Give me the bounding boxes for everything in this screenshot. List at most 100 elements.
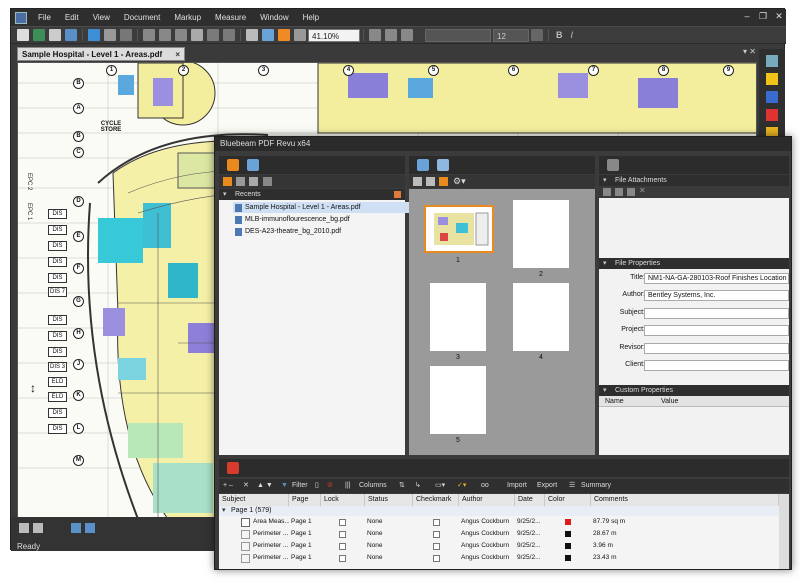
group-row[interactable]: ▾ Page 1 (579) bbox=[219, 506, 779, 516]
close-icon[interactable]: ✕ bbox=[771, 9, 787, 24]
font-color-icon[interactable] bbox=[531, 29, 543, 41]
sort-icon[interactable]: ⇅ bbox=[399, 479, 405, 493]
filter-button[interactable]: Filter bbox=[292, 479, 308, 493]
minimize-icon[interactable]: – bbox=[739, 9, 755, 24]
zoom-out-icon[interactable] bbox=[413, 177, 422, 186]
single-page-icon[interactable] bbox=[19, 523, 29, 533]
lock-checkbox[interactable] bbox=[339, 555, 346, 562]
paste-icon[interactable] bbox=[175, 29, 187, 41]
add-icon[interactable]: + – bbox=[223, 479, 233, 493]
font-name-field[interactable] bbox=[425, 28, 491, 42]
subject-field[interactable] bbox=[644, 308, 789, 319]
recent-files-icon[interactable] bbox=[223, 177, 232, 186]
redo-icon[interactable] bbox=[223, 29, 235, 41]
menu-measure[interactable]: Measure bbox=[208, 9, 253, 26]
project-field[interactable] bbox=[644, 325, 789, 336]
value-column-header[interactable]: Value bbox=[661, 396, 678, 407]
revisor-field[interactable] bbox=[644, 343, 789, 354]
page-thumbnail[interactable] bbox=[429, 365, 487, 435]
page-thumbnail[interactable] bbox=[512, 282, 570, 352]
scan-icon[interactable] bbox=[104, 29, 116, 41]
recent-file[interactable]: DES-A23-theatre_bg_2010.pdf bbox=[233, 226, 417, 237]
collapse-icon[interactable]: ▾ bbox=[223, 189, 227, 200]
page-next-icon[interactable] bbox=[385, 29, 397, 41]
binoculars-icon[interactable]: oo bbox=[481, 479, 489, 493]
lock-checkbox[interactable] bbox=[339, 531, 346, 538]
save-as-icon[interactable] bbox=[65, 29, 77, 41]
scrollbar[interactable] bbox=[779, 494, 789, 569]
italic-button[interactable]: I bbox=[571, 30, 574, 40]
menu-window[interactable]: Window bbox=[253, 9, 295, 26]
delete-markup-icon[interactable]: ✕ bbox=[243, 479, 249, 493]
column-header-status[interactable]: Status bbox=[365, 494, 413, 506]
checkmark-icon[interactable]: ✓▾ bbox=[457, 479, 466, 493]
callout-tool-icon[interactable] bbox=[766, 91, 778, 103]
delete-icon[interactable] bbox=[191, 29, 203, 41]
column-header-color[interactable]: Color bbox=[545, 494, 591, 506]
open-folder-icon[interactable] bbox=[236, 177, 245, 186]
binoculars-icon[interactable] bbox=[120, 29, 132, 41]
lock-checkbox[interactable] bbox=[339, 519, 346, 526]
maximize-icon[interactable]: ❐ bbox=[755, 9, 771, 24]
two-page-icon[interactable] bbox=[33, 523, 43, 533]
column-header-lock[interactable]: Lock bbox=[321, 494, 365, 506]
sync-view-icon[interactable] bbox=[85, 523, 95, 533]
menu-markup[interactable]: Markup bbox=[167, 9, 208, 26]
stamp-tool-icon[interactable] bbox=[766, 109, 778, 121]
thumbnails-tab-icon[interactable] bbox=[417, 159, 429, 171]
name-column-header[interactable]: Name bbox=[605, 396, 624, 407]
trash-icon[interactable]: ▯ bbox=[315, 479, 319, 493]
bookmarks-tab-icon[interactable] bbox=[247, 159, 259, 171]
tab-close-icon[interactable]: × bbox=[175, 48, 180, 62]
menu-view[interactable]: View bbox=[86, 9, 117, 26]
recent-file[interactable]: Sample Hospital - Level 1 - Areas.pdf bbox=[233, 202, 417, 213]
menu-file[interactable]: File bbox=[31, 9, 58, 26]
document-icon[interactable] bbox=[249, 177, 258, 186]
zoom-field[interactable]: 41.10% bbox=[308, 28, 360, 42]
column-header-date[interactable]: Date bbox=[515, 494, 545, 506]
add-attachment-icon[interactable] bbox=[603, 188, 611, 196]
columns-icon[interactable]: ||| bbox=[345, 479, 350, 493]
column-header-author[interactable]: Author bbox=[459, 494, 515, 506]
menu-edit[interactable]: Edit bbox=[58, 9, 86, 26]
save-icon[interactable] bbox=[49, 29, 61, 41]
author-field[interactable]: Bentley Systems, Inc. bbox=[644, 290, 789, 301]
layers-tab-icon[interactable] bbox=[437, 159, 449, 171]
table-row[interactable]: Area Meas... Page 1 None Angus Cockburn … bbox=[219, 517, 779, 529]
checkmark-checkbox[interactable] bbox=[433, 543, 440, 550]
import-button[interactable]: Import bbox=[507, 479, 527, 493]
print-icon[interactable] bbox=[88, 29, 100, 41]
settings-icon[interactable] bbox=[263, 177, 272, 186]
collapse-icon[interactable]: ▾ bbox=[603, 175, 607, 186]
page-thumbnail[interactable] bbox=[424, 205, 494, 253]
table-row[interactable]: Perimeter ... Page 1 None Angus Cockburn… bbox=[219, 553, 779, 565]
expand-icon[interactable]: ▾ bbox=[222, 506, 226, 516]
remove-attachment-icon[interactable]: ✕ bbox=[639, 186, 646, 195]
menu-document[interactable]: Document bbox=[117, 9, 167, 26]
app-logo-icon[interactable] bbox=[15, 11, 27, 24]
summary-icon[interactable]: ☰ bbox=[569, 479, 575, 493]
menu-help[interactable]: Help bbox=[296, 9, 326, 26]
cut-icon[interactable] bbox=[143, 29, 155, 41]
column-header-subject[interactable]: Subject bbox=[219, 494, 289, 506]
checkmark-checkbox[interactable] bbox=[433, 519, 440, 526]
checkmark-checkbox[interactable] bbox=[433, 531, 440, 538]
zoom-icon[interactable] bbox=[294, 29, 306, 41]
move-up-icon[interactable]: ▲ ▼ bbox=[257, 479, 273, 493]
copy-icon[interactable] bbox=[159, 29, 171, 41]
gear-icon[interactable]: ⚙▾ bbox=[453, 176, 466, 187]
markups-list-tab-icon[interactable] bbox=[227, 462, 239, 474]
column-header-comments[interactable]: Comments bbox=[591, 494, 779, 506]
thumbnail-options-icon[interactable] bbox=[439, 177, 448, 186]
page-prev-icon[interactable] bbox=[369, 29, 381, 41]
file-properties-header[interactable]: File Properties ▾ bbox=[599, 258, 789, 269]
document-tab[interactable]: Sample Hospital - Level 1 - Areas.pdf × bbox=[17, 47, 185, 61]
clear-filter-icon[interactable]: ⊘ bbox=[327, 479, 333, 493]
page-thumbnail[interactable] bbox=[512, 199, 570, 269]
new-icon[interactable] bbox=[17, 29, 29, 41]
note-tool-icon[interactable] bbox=[766, 73, 778, 85]
edit-attachment-icon[interactable] bbox=[627, 188, 635, 196]
status-icon[interactable]: ▭▾ bbox=[435, 479, 445, 493]
client-field[interactable] bbox=[644, 360, 789, 371]
page-thumbnail[interactable] bbox=[429, 282, 487, 352]
